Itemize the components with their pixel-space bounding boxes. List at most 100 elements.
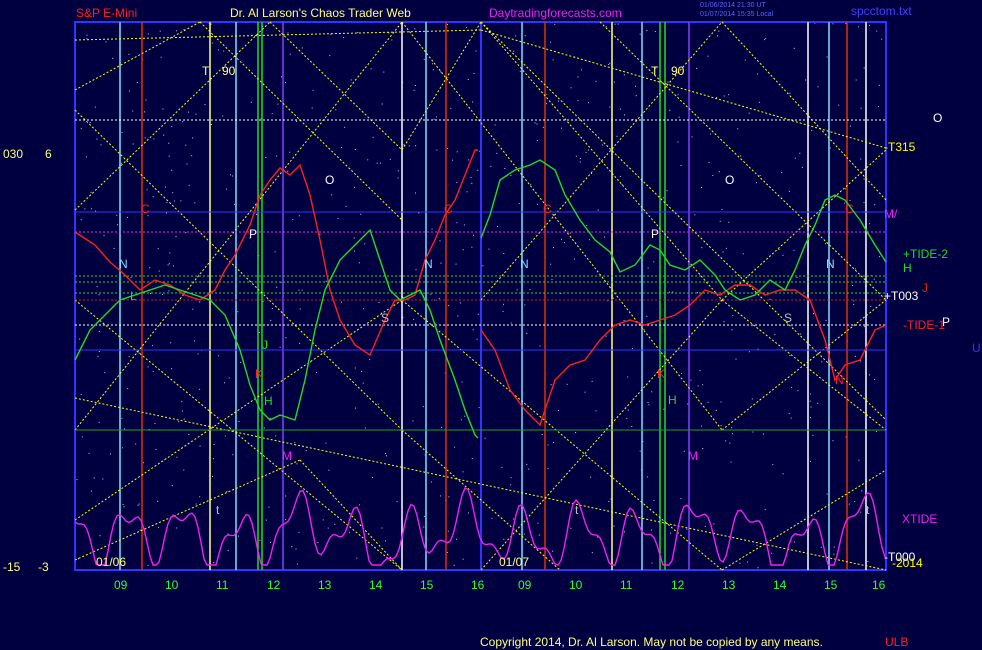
x-tick-label: 16 xyxy=(471,578,485,592)
star-dot xyxy=(681,372,683,374)
star-dot xyxy=(672,291,674,293)
star-dot xyxy=(725,247,727,249)
star-dot xyxy=(591,380,593,382)
chart-annotation: M xyxy=(688,449,698,463)
star-dot xyxy=(763,433,764,435)
star-dot xyxy=(858,26,860,28)
star-dot xyxy=(712,174,714,176)
star-dot xyxy=(408,145,410,147)
harmonic-line xyxy=(74,21,403,431)
star-dot xyxy=(151,345,153,347)
star-dot xyxy=(602,144,604,146)
star-dot xyxy=(570,87,572,89)
star-dot xyxy=(364,427,366,429)
star-dot xyxy=(788,190,790,192)
star-dot xyxy=(844,188,846,190)
star-dot xyxy=(439,495,441,497)
star-dot xyxy=(523,533,525,535)
star-dot xyxy=(564,242,565,244)
star-dot xyxy=(542,126,544,128)
star-dot xyxy=(162,108,164,110)
star-dot xyxy=(455,263,457,265)
harmonic-line xyxy=(480,29,887,149)
chart-annotation: T xyxy=(202,64,210,78)
copyright-notice: Copyright 2014, Dr. Al Larson. May not b… xyxy=(480,635,823,649)
star-dot xyxy=(439,240,441,242)
star-dot xyxy=(488,248,490,250)
star-dot xyxy=(174,200,175,202)
star-dot xyxy=(423,515,425,517)
star-dot xyxy=(276,155,278,157)
star-dot xyxy=(145,99,147,101)
star-dot xyxy=(340,301,342,303)
star-dot xyxy=(467,79,469,80)
star-dot xyxy=(529,289,531,290)
star-dot xyxy=(851,285,853,286)
star-dot xyxy=(194,340,195,342)
chart-annotation: O xyxy=(325,173,334,187)
star-dot xyxy=(731,329,733,331)
star-dot xyxy=(178,421,180,423)
star-dot xyxy=(197,353,199,355)
star-dot xyxy=(317,542,319,543)
star-dot xyxy=(838,104,840,106)
star-dot xyxy=(875,430,877,432)
star-dot xyxy=(149,267,151,269)
site-link[interactable]: Daytradingforecasts.com xyxy=(489,6,622,20)
star-dot xyxy=(650,529,652,531)
star-dot xyxy=(654,31,656,32)
star-dot xyxy=(385,540,386,542)
star-dot xyxy=(80,219,82,221)
star-dot xyxy=(311,107,313,109)
star-dot xyxy=(595,80,597,82)
star-dot xyxy=(588,102,589,104)
star-dot xyxy=(646,315,648,317)
star-dot xyxy=(789,92,791,94)
star-dot xyxy=(161,294,163,295)
star-dot xyxy=(127,216,128,218)
star-dot xyxy=(876,30,878,32)
star-dot xyxy=(167,264,169,266)
star-dot xyxy=(858,459,860,461)
star-dot xyxy=(357,32,359,33)
star-dot xyxy=(160,56,162,58)
star-dot xyxy=(440,71,442,73)
star-dot xyxy=(677,94,679,96)
model-line-day1 xyxy=(74,228,479,439)
star-dot xyxy=(510,477,512,479)
star-dot xyxy=(513,50,515,52)
star-dot xyxy=(472,329,474,331)
star-dot xyxy=(547,468,549,470)
star-dot xyxy=(639,450,641,452)
star-dot xyxy=(669,109,671,111)
star-dot xyxy=(222,115,224,117)
star-dot xyxy=(113,247,115,249)
star-dot xyxy=(271,113,273,115)
star-dot xyxy=(577,76,579,78)
star-dot xyxy=(849,200,851,202)
star-dot xyxy=(397,170,399,172)
star-dot xyxy=(144,137,146,139)
star-dot xyxy=(157,248,159,250)
star-dot xyxy=(482,265,484,267)
star-dot xyxy=(756,544,758,546)
star-dot xyxy=(503,303,504,305)
chart-annotation: N xyxy=(520,257,529,271)
star-dot xyxy=(80,394,82,395)
star-dot xyxy=(797,390,799,392)
star-dot xyxy=(460,419,462,421)
star-dot xyxy=(867,561,869,562)
star-dot xyxy=(226,491,228,492)
star-dot xyxy=(85,156,87,158)
star-dot xyxy=(457,315,459,317)
scale-top-left: 030 xyxy=(3,147,23,161)
star-dot xyxy=(561,238,562,240)
star-dot xyxy=(128,53,130,55)
star-dot xyxy=(456,222,458,224)
star-dot xyxy=(199,496,201,498)
star-dot xyxy=(742,253,744,255)
star-dot xyxy=(285,495,287,497)
star-dot xyxy=(805,79,807,81)
star-dot xyxy=(181,401,183,403)
right-series-label: J xyxy=(922,281,928,295)
